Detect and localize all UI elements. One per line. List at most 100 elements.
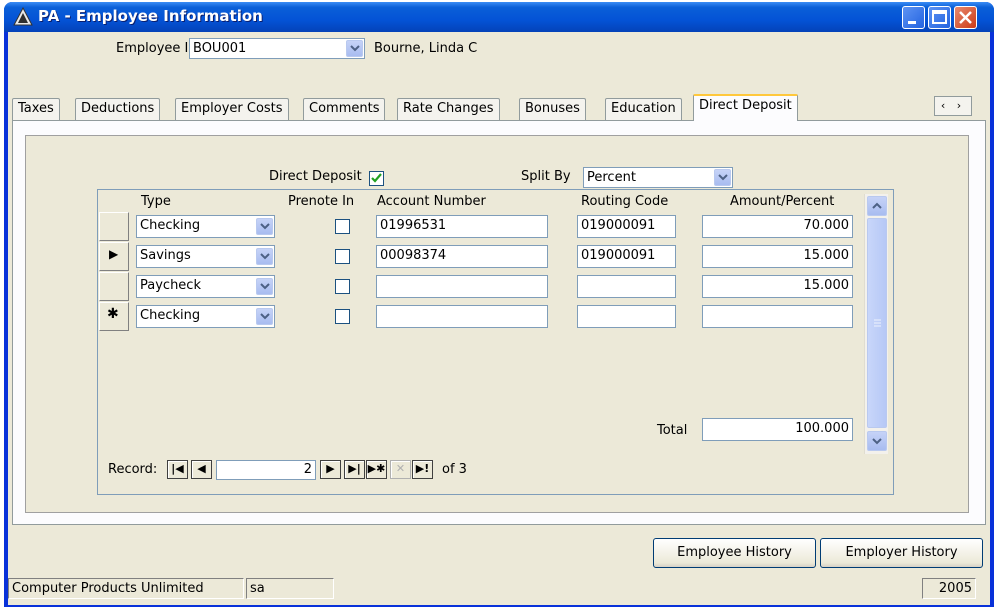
- record-filter-icon: ▶!: [415, 462, 430, 475]
- minimize-icon: [908, 21, 916, 24]
- direct-deposit-panel: Direct Deposit Split By Percent Type Pre…: [12, 120, 986, 525]
- account-number-field[interactable]: 01996531: [376, 215, 548, 238]
- tab-label: Taxes: [18, 101, 54, 116]
- pa-app-icon: [13, 7, 33, 26]
- direct-deposit-checkbox[interactable]: [369, 171, 384, 186]
- tab-label: Direct Deposit: [699, 98, 792, 113]
- previous-record-button[interactable]: ◀: [191, 460, 212, 479]
- employee-history-button[interactable]: Employee History: [653, 538, 816, 568]
- total-label: Total: [657, 423, 688, 438]
- routing-code-field[interactable]: 019000091: [577, 245, 676, 268]
- last-record-button[interactable]: ▶|: [344, 460, 365, 479]
- next-record-button[interactable]: ▶: [320, 460, 341, 479]
- type-value: Checking: [140, 218, 201, 233]
- tab-taxes[interactable]: Taxes: [12, 98, 60, 120]
- amount-percent-field[interactable]: 15.000: [702, 275, 853, 298]
- tab-direct-deposit[interactable]: Direct Deposit: [693, 94, 798, 121]
- tab-scroll-arrows: ‹ ›: [940, 99, 966, 112]
- first-record-icon: |◀: [171, 462, 184, 475]
- row-selector[interactable]: [99, 272, 129, 301]
- prenote-checkbox[interactable]: [335, 249, 350, 264]
- row-selector[interactable]: ▶: [99, 242, 129, 271]
- direct-deposit-frame: Direct Deposit Split By Percent Type Pre…: [25, 135, 969, 513]
- row-selector[interactable]: ✱: [99, 302, 129, 331]
- chevron-down-icon: [872, 438, 882, 445]
- type-value: Paycheck: [140, 278, 201, 293]
- type-combo[interactable]: Paycheck: [136, 275, 275, 298]
- maximize-button[interactable]: [928, 6, 951, 29]
- employer-history-label: Employer History: [845, 545, 958, 560]
- tab-employer-costs[interactable]: Employer Costs: [175, 98, 289, 120]
- type-dropdown-button[interactable]: [256, 308, 273, 325]
- window-title: PA - Employee Information: [38, 7, 263, 25]
- chevron-down-icon: [260, 253, 270, 260]
- employee-id-label: Employee ID: [116, 41, 198, 56]
- grid-vertical-scrollbar[interactable]: [864, 194, 888, 454]
- scroll-down-button[interactable]: [867, 431, 887, 451]
- employee-id-label-text: Employee ID: [116, 41, 199, 56]
- title-bar[interactable]: PA - Employee Information: [4, 2, 994, 32]
- chevron-down-icon: [350, 45, 360, 52]
- tab-strip: Taxes Deductions Employer Costs Comments…: [12, 94, 986, 121]
- row-selector[interactable]: [99, 212, 129, 241]
- first-record-button[interactable]: |◀: [167, 460, 188, 479]
- account-number-field[interactable]: 00098374: [376, 245, 548, 268]
- account-number-field[interactable]: [376, 275, 548, 298]
- amount-percent-field[interactable]: [702, 305, 853, 328]
- tab-label: Rate Changes: [403, 101, 494, 116]
- prenote-checkbox[interactable]: [335, 309, 350, 324]
- chevron-down-icon: [260, 283, 270, 290]
- employee-id-dropdown-button[interactable]: [346, 40, 363, 57]
- split-by-dropdown-button[interactable]: [714, 169, 731, 186]
- record-navigator: Record: |◀ ◀ 2 ▶ ▶| ▶✱ ✕ ▶! of 3: [108, 460, 608, 482]
- split-by-value: Percent: [587, 170, 636, 185]
- tab-comments[interactable]: Comments: [303, 98, 386, 120]
- last-record-icon: ▶|: [348, 462, 361, 475]
- routing-code-field[interactable]: [577, 305, 676, 328]
- type-combo[interactable]: Savings: [136, 245, 275, 268]
- total-field: 100.000: [702, 418, 853, 441]
- routing-code-field[interactable]: 019000091: [577, 215, 676, 238]
- tab-bonuses[interactable]: Bonuses: [519, 98, 586, 120]
- employer-history-button[interactable]: Employer History: [820, 538, 983, 568]
- amount-percent-field[interactable]: 70.000: [702, 215, 853, 238]
- type-dropdown-button[interactable]: [256, 248, 273, 265]
- record-filter-button[interactable]: ▶!: [412, 460, 433, 479]
- new-record-button[interactable]: ▶✱: [366, 460, 387, 479]
- deposit-grid: Type Prenote In Account Number Routing C…: [97, 189, 894, 495]
- routing-code-field[interactable]: [577, 275, 676, 298]
- employee-name: Bourne, Linda C: [374, 41, 478, 56]
- amount-percent-field[interactable]: 15.000: [702, 245, 853, 268]
- tab-label: Deductions: [81, 101, 155, 116]
- new-record-indicator: ✱: [107, 306, 119, 322]
- grip-icon: [874, 319, 881, 327]
- tab-label: Bonuses: [525, 101, 580, 116]
- tab-scroll-buttons[interactable]: ‹ ›: [934, 96, 972, 116]
- split-by-combo[interactable]: Percent: [583, 167, 733, 188]
- minimize-button[interactable]: [902, 6, 925, 29]
- employee-id-combo[interactable]: BOU001: [189, 38, 365, 59]
- type-dropdown-button[interactable]: [256, 278, 273, 295]
- prenote-checkbox[interactable]: [335, 219, 350, 234]
- maximize-icon: [932, 10, 947, 24]
- employee-id-value: BOU001: [193, 41, 247, 56]
- current-record-field[interactable]: 2: [216, 460, 316, 480]
- prenote-checkbox[interactable]: [335, 279, 350, 294]
- tab-rate-changes[interactable]: Rate Changes: [397, 98, 500, 120]
- type-dropdown-button[interactable]: [256, 218, 273, 235]
- tab-deductions[interactable]: Deductions: [75, 98, 161, 120]
- type-combo[interactable]: Checking: [136, 215, 275, 238]
- type-combo[interactable]: Checking: [136, 305, 275, 328]
- account-number-field[interactable]: [376, 305, 548, 328]
- split-by-label: Split By: [521, 169, 571, 184]
- chevron-down-icon: [260, 313, 270, 320]
- scroll-up-button[interactable]: [867, 196, 887, 216]
- delete-record-button[interactable]: ✕: [390, 460, 411, 479]
- scroll-thumb[interactable]: [867, 218, 887, 428]
- tab-education[interactable]: Education: [605, 98, 682, 120]
- tab-label: Employer Costs: [181, 101, 283, 116]
- close-button[interactable]: [954, 6, 977, 29]
- tab-label: Comments: [309, 101, 380, 116]
- header-amount-percent: Amount/Percent: [730, 194, 835, 209]
- tab-label: Education: [611, 101, 676, 116]
